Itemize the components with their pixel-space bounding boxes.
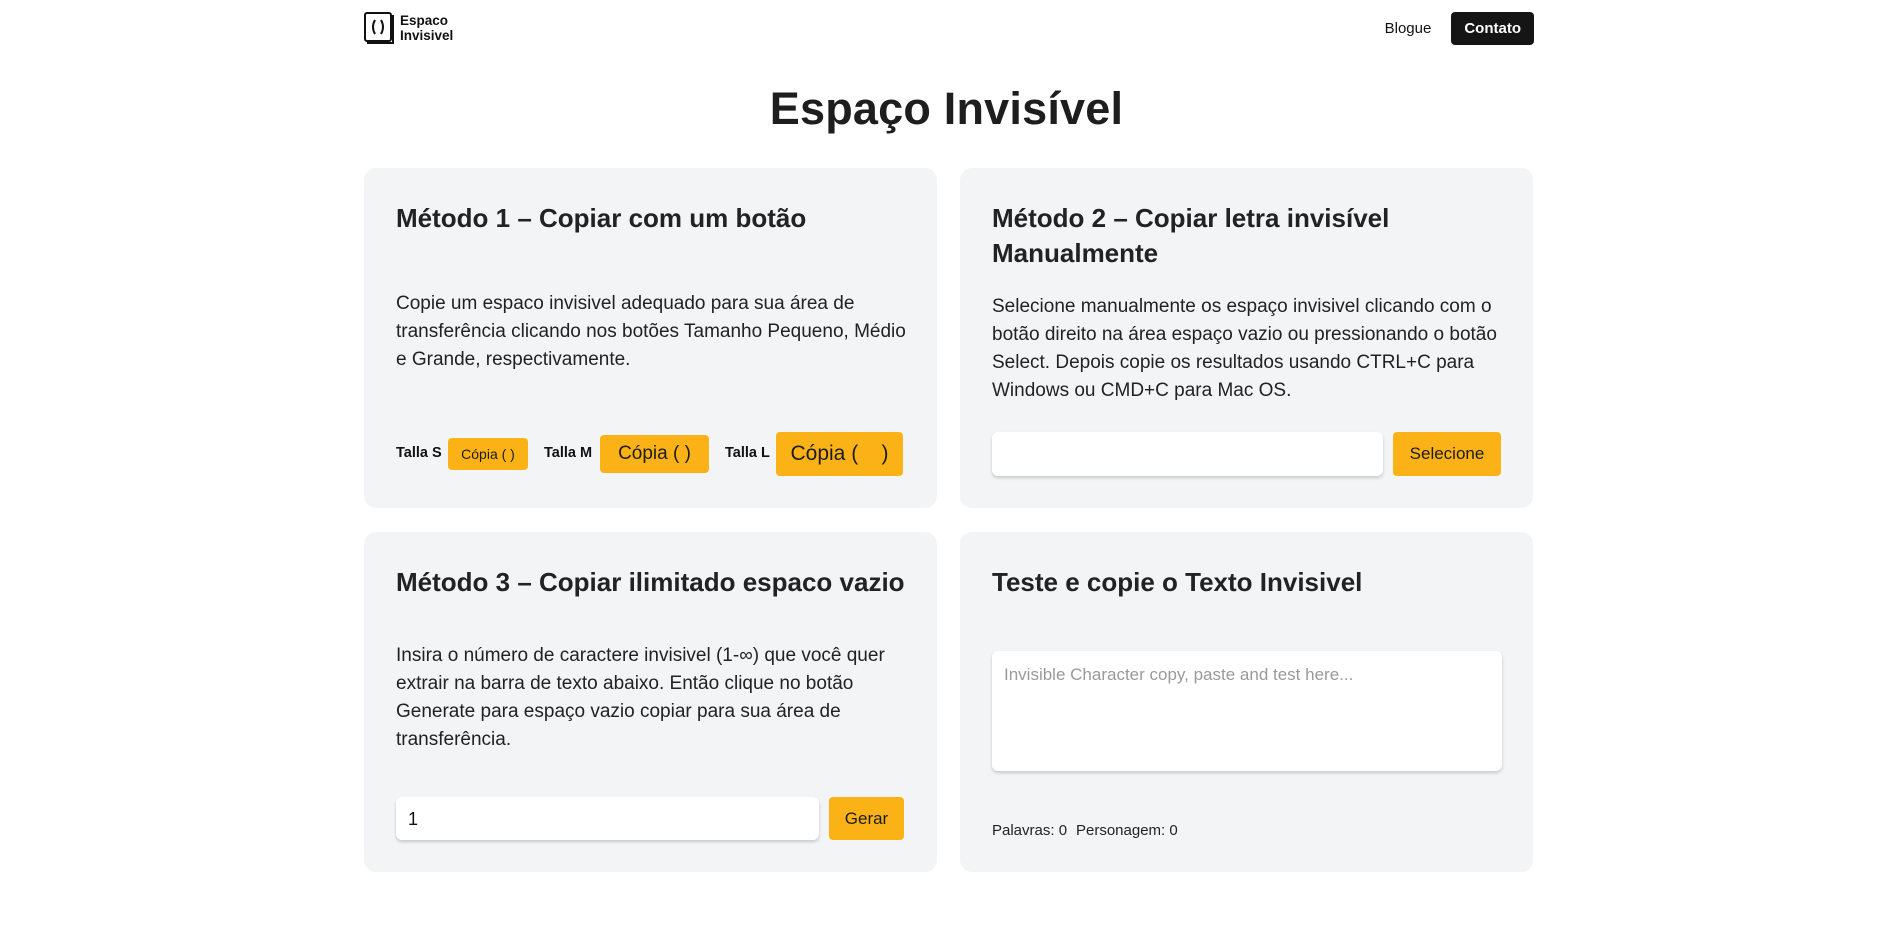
test-textarea[interactable]: Invisible Character copy, paste and test… — [992, 651, 1502, 771]
contact-button[interactable]: Contato — [1451, 12, 1534, 45]
method1-title: Método 1 – Copiar com um botão — [396, 203, 807, 233]
generate-button[interactable]: Gerar — [829, 797, 904, 840]
logo[interactable]: Espaco Invisivel — [364, 12, 453, 44]
method2-title: Método 2 – Copiar letra invisível Manual… — [992, 203, 1390, 268]
main-nav: Blogue Contato — [1385, 12, 1534, 45]
select-button[interactable]: Selecione — [1393, 432, 1501, 476]
character-count-value: 1 — [408, 809, 419, 829]
logo-icon — [364, 12, 394, 44]
method3-description: Insira o número de caractere invisivel (… — [396, 645, 885, 750]
copy-small-button[interactable]: Cópia ( ) — [448, 438, 528, 470]
size-s-label: Talla S — [396, 445, 442, 461]
test-card: Teste e copie o Texto Invisivel Invisibl… — [960, 532, 1533, 872]
nav-blog-link[interactable]: Blogue — [1385, 20, 1432, 37]
word-count: Palavras: 0 — [992, 822, 1068, 839]
logo-line-2: Invisivel — [400, 28, 454, 43]
test-title: Teste e copie o Texto Invisivel — [992, 567, 1363, 597]
method2-description: Selecione manualmente os espaço invisive… — [992, 296, 1497, 401]
test-textarea-placeholder: Invisible Character copy, paste and test… — [1004, 665, 1354, 684]
size-m-label: Talla M — [544, 445, 593, 461]
size-l-label: Talla L — [725, 445, 770, 461]
logo-line-1: Espaco — [400, 13, 449, 28]
character-count: Personagem: 0 — [1076, 822, 1178, 839]
character-count-input[interactable]: 1 — [396, 797, 819, 840]
method1-card: Método 1 – Copiar com um botão Copie um … — [364, 168, 937, 508]
page-title: Espaço Invisível — [769, 83, 1124, 134]
copy-large-button[interactable]: Cópia ( ) — [776, 432, 903, 476]
copy-medium-button[interactable]: Cópia ( ) — [600, 435, 709, 473]
method3-card: Método 3 – Copiar ilimitado espaco vazio… — [364, 532, 937, 872]
logo-text: Espaco Invisivel — [400, 13, 453, 43]
method1-description: Copie um espaco invisivel adequado para … — [396, 293, 906, 370]
site-header: Espaco Invisivel Blogue Contato — [364, 10, 1534, 46]
select-field[interactable] — [992, 432, 1383, 476]
method2-card: Método 2 – Copiar letra invisível Manual… — [960, 168, 1533, 508]
method3-title: Método 3 – Copiar ilimitado espaco vazio — [396, 567, 905, 597]
